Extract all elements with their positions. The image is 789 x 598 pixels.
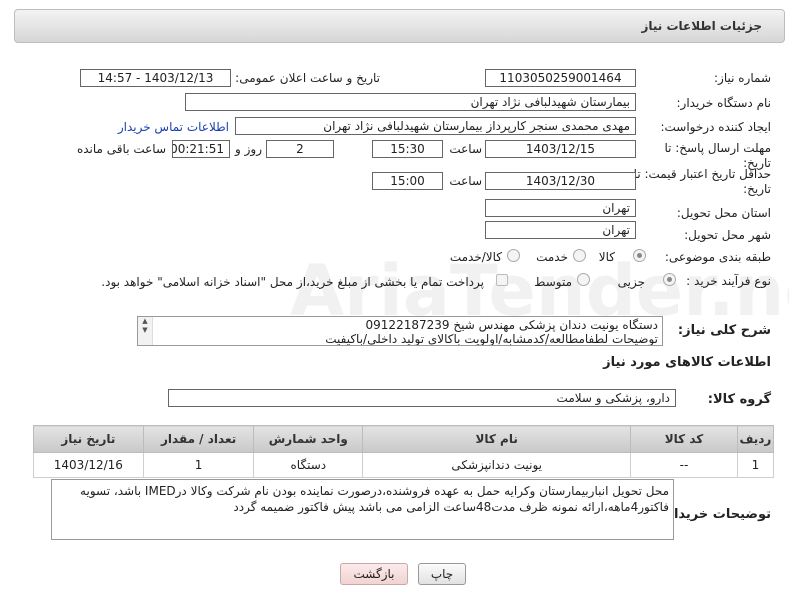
buyer-notes-label: توضیحات خریدار: [661, 507, 771, 522]
goods-group-field: دارو، پزشکی و سلامت [168, 389, 676, 407]
treasury-payment-checkbox[interactable] [496, 274, 508, 286]
goods-group-label: گروه کالا: [707, 392, 771, 407]
back-button[interactable]: بازگشت [340, 563, 408, 585]
page-title: جزئیات اطلاعات نیاز [641, 19, 762, 33]
description-label: شرح کلی نیاز: [677, 323, 771, 338]
days-field: 2 [266, 140, 334, 158]
table-row: 1 -- یونیت دندانپزشکی دستگاه 1 1403/12/1… [33, 452, 775, 478]
remaining-label: ساعت باقی مانده [76, 142, 166, 156]
buyer-notes-line-1: محل تحویل انباربیمارستان وکرایه حمل به ع… [80, 484, 669, 498]
category-service-label: خدمت [536, 250, 568, 264]
description-line-1: دستگاه یونیت دندان پزشکی مهندس شیخ 09122… [365, 318, 658, 332]
column-header-code: کد کالا [630, 425, 738, 453]
cell-qty: 1 [142, 452, 255, 478]
goods-section-title: اطلاعات کالاهای مورد نیاز [603, 355, 771, 370]
column-header-name: نام کالا [362, 425, 632, 453]
category-service-radio[interactable] [573, 249, 586, 262]
contact-info-link[interactable]: اطلاعات تماس خریدار [118, 120, 229, 134]
description-scrollbar[interactable]: ▲ ▼ [138, 317, 153, 345]
scroll-down-icon[interactable]: ▼ [138, 326, 152, 335]
validity-time-label: ساعت [449, 174, 482, 188]
buyer-notes-textarea[interactable]: محل تحویل انباربیمارستان وکرایه حمل به ع… [51, 479, 674, 540]
creator-field: مهدی محمدی سنجر کارپرداز بیمارستان شهیدل… [235, 117, 636, 135]
process-medium-radio[interactable] [577, 273, 590, 286]
process-type-label: نوع فرآیند خرید : [686, 274, 771, 288]
description-textarea[interactable]: دستگاه یونیت دندان پزشکی مهندس شیخ 09122… [137, 316, 663, 346]
cell-row: 1 [736, 452, 775, 478]
category-goods-label: کالا [598, 250, 615, 264]
days-label: روز و [235, 142, 262, 156]
reply-deadline-label: مهلت ارسال پاسخ: تا [664, 141, 771, 155]
need-number-field: 1103050259001464 [485, 69, 636, 87]
column-header-date: تاریخ نیاز [33, 425, 144, 453]
cell-unit: دستگاه [253, 452, 364, 478]
city-label: شهر محل تحویل: [684, 228, 771, 242]
province-field: تهران [485, 199, 636, 217]
buyer-field: بیمارستان شهیدلبافی نژاد تهران [185, 93, 636, 111]
scroll-up-icon[interactable]: ▲ [138, 317, 152, 326]
process-minor-label: جزیی [617, 275, 645, 289]
description-line-2: توضیحات لطفامطالعه/کدمشابه/اولویت باکالا… [325, 332, 658, 346]
column-header-qty: تعداد / مقدار [142, 425, 255, 453]
buyer-notes-line-2: فاکتور4ماهه،ارائه نمونه ظرف مدت48ساعت ال… [233, 500, 669, 514]
validity-label-2: تاریخ: [743, 182, 771, 196]
announce-field: 1403/12/13 - 14:57 [80, 69, 231, 87]
cell-date: 1403/12/16 [33, 452, 144, 478]
cell-name: یونیت دندانپزشکی [362, 452, 632, 478]
column-header-unit: واحد شمارش [253, 425, 364, 453]
page-header: جزئیات اطلاعات نیاز [14, 9, 785, 43]
goods-table: ردیف کد کالا نام کالا واحد شمارش تعداد /… [33, 425, 775, 478]
validity-date-field: 1403/12/30 [485, 172, 636, 190]
validity-time-field: 15:00 [372, 172, 443, 190]
category-goods-service-radio[interactable] [507, 249, 520, 262]
creator-label: ایجاد کننده درخواست: [660, 120, 771, 134]
category-label: طبقه بندی موضوعی: [664, 250, 771, 264]
need-number-label: شماره نیاز: [714, 71, 771, 85]
province-label: استان محل تحویل: [676, 206, 771, 220]
reply-time-label: ساعت [449, 142, 482, 156]
process-medium-label: متوسط [534, 275, 572, 289]
buyer-label: نام دستگاه خریدار: [676, 96, 772, 110]
cell-code: -- [630, 452, 738, 478]
category-goods-radio[interactable] [633, 249, 646, 262]
reply-time-field: 15:30 [372, 140, 443, 158]
reply-date-field: 1403/12/15 [485, 140, 636, 158]
remaining-time-field: 00:21:51 [172, 140, 230, 158]
city-field: تهران [485, 221, 636, 239]
process-minor-radio[interactable] [663, 273, 676, 286]
treasury-payment-text: پرداخت تمام یا بخشی از مبلغ خرید،از محل … [101, 275, 484, 289]
category-goods-service-label: کالا/خدمت [449, 250, 502, 264]
announce-label: تاریخ و ساعت اعلان عمومی: [235, 71, 380, 85]
goods-table-header: ردیف کد کالا نام کالا واحد شمارش تعداد /… [33, 425, 775, 453]
print-button[interactable]: چاپ [418, 563, 466, 585]
validity-label: حداقل تاریخ اعتبار قیمت: تا [633, 167, 771, 181]
column-header-row: ردیف [736, 425, 775, 453]
